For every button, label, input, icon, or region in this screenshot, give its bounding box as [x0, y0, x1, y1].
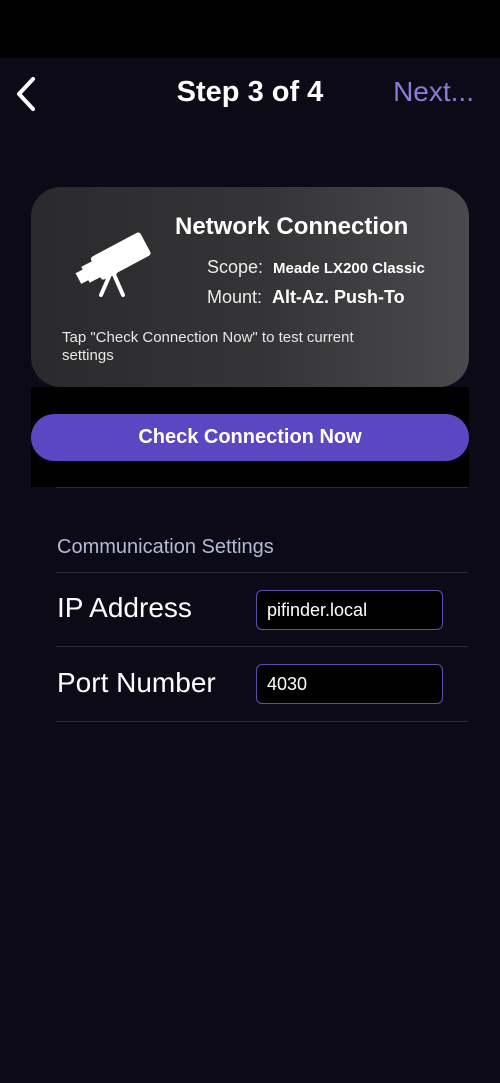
ip-address-field[interactable]	[256, 590, 443, 630]
telescope-icon	[75, 232, 151, 297]
card-title: Network Connection	[175, 213, 409, 240]
mount-row: Mount: Alt-Az. Push-To	[207, 287, 405, 308]
section-header: Communication Settings	[57, 536, 274, 558]
port-number-label: Port Number	[57, 667, 216, 698]
divider	[56, 572, 468, 573]
mount-value: Alt-Az. Push-To	[272, 287, 405, 307]
scope-label: Scope:	[207, 257, 264, 277]
scope-value: Meade LX200 Classic	[273, 260, 425, 277]
ip-address-label: IP Address	[57, 592, 192, 623]
divider	[56, 487, 468, 488]
check-connection-button[interactable]: Check Connection Now	[31, 414, 469, 461]
divider	[56, 721, 468, 722]
status-bar	[0, 0, 500, 58]
connection-info-card: Network Connection Scope: Meade LX200 Cla…	[31, 187, 469, 387]
navigation-bar: Step 3 of 4 Next...	[0, 58, 500, 130]
scope-row: Scope: Meade LX200 Classic	[207, 257, 425, 278]
port-number-field[interactable]	[256, 664, 443, 704]
next-button[interactable]: Next...	[393, 76, 474, 108]
divider	[56, 646, 468, 647]
mount-label: Mount:	[207, 287, 263, 307]
card-hint: Tap "Check Connection Now" to test curre…	[62, 329, 354, 364]
